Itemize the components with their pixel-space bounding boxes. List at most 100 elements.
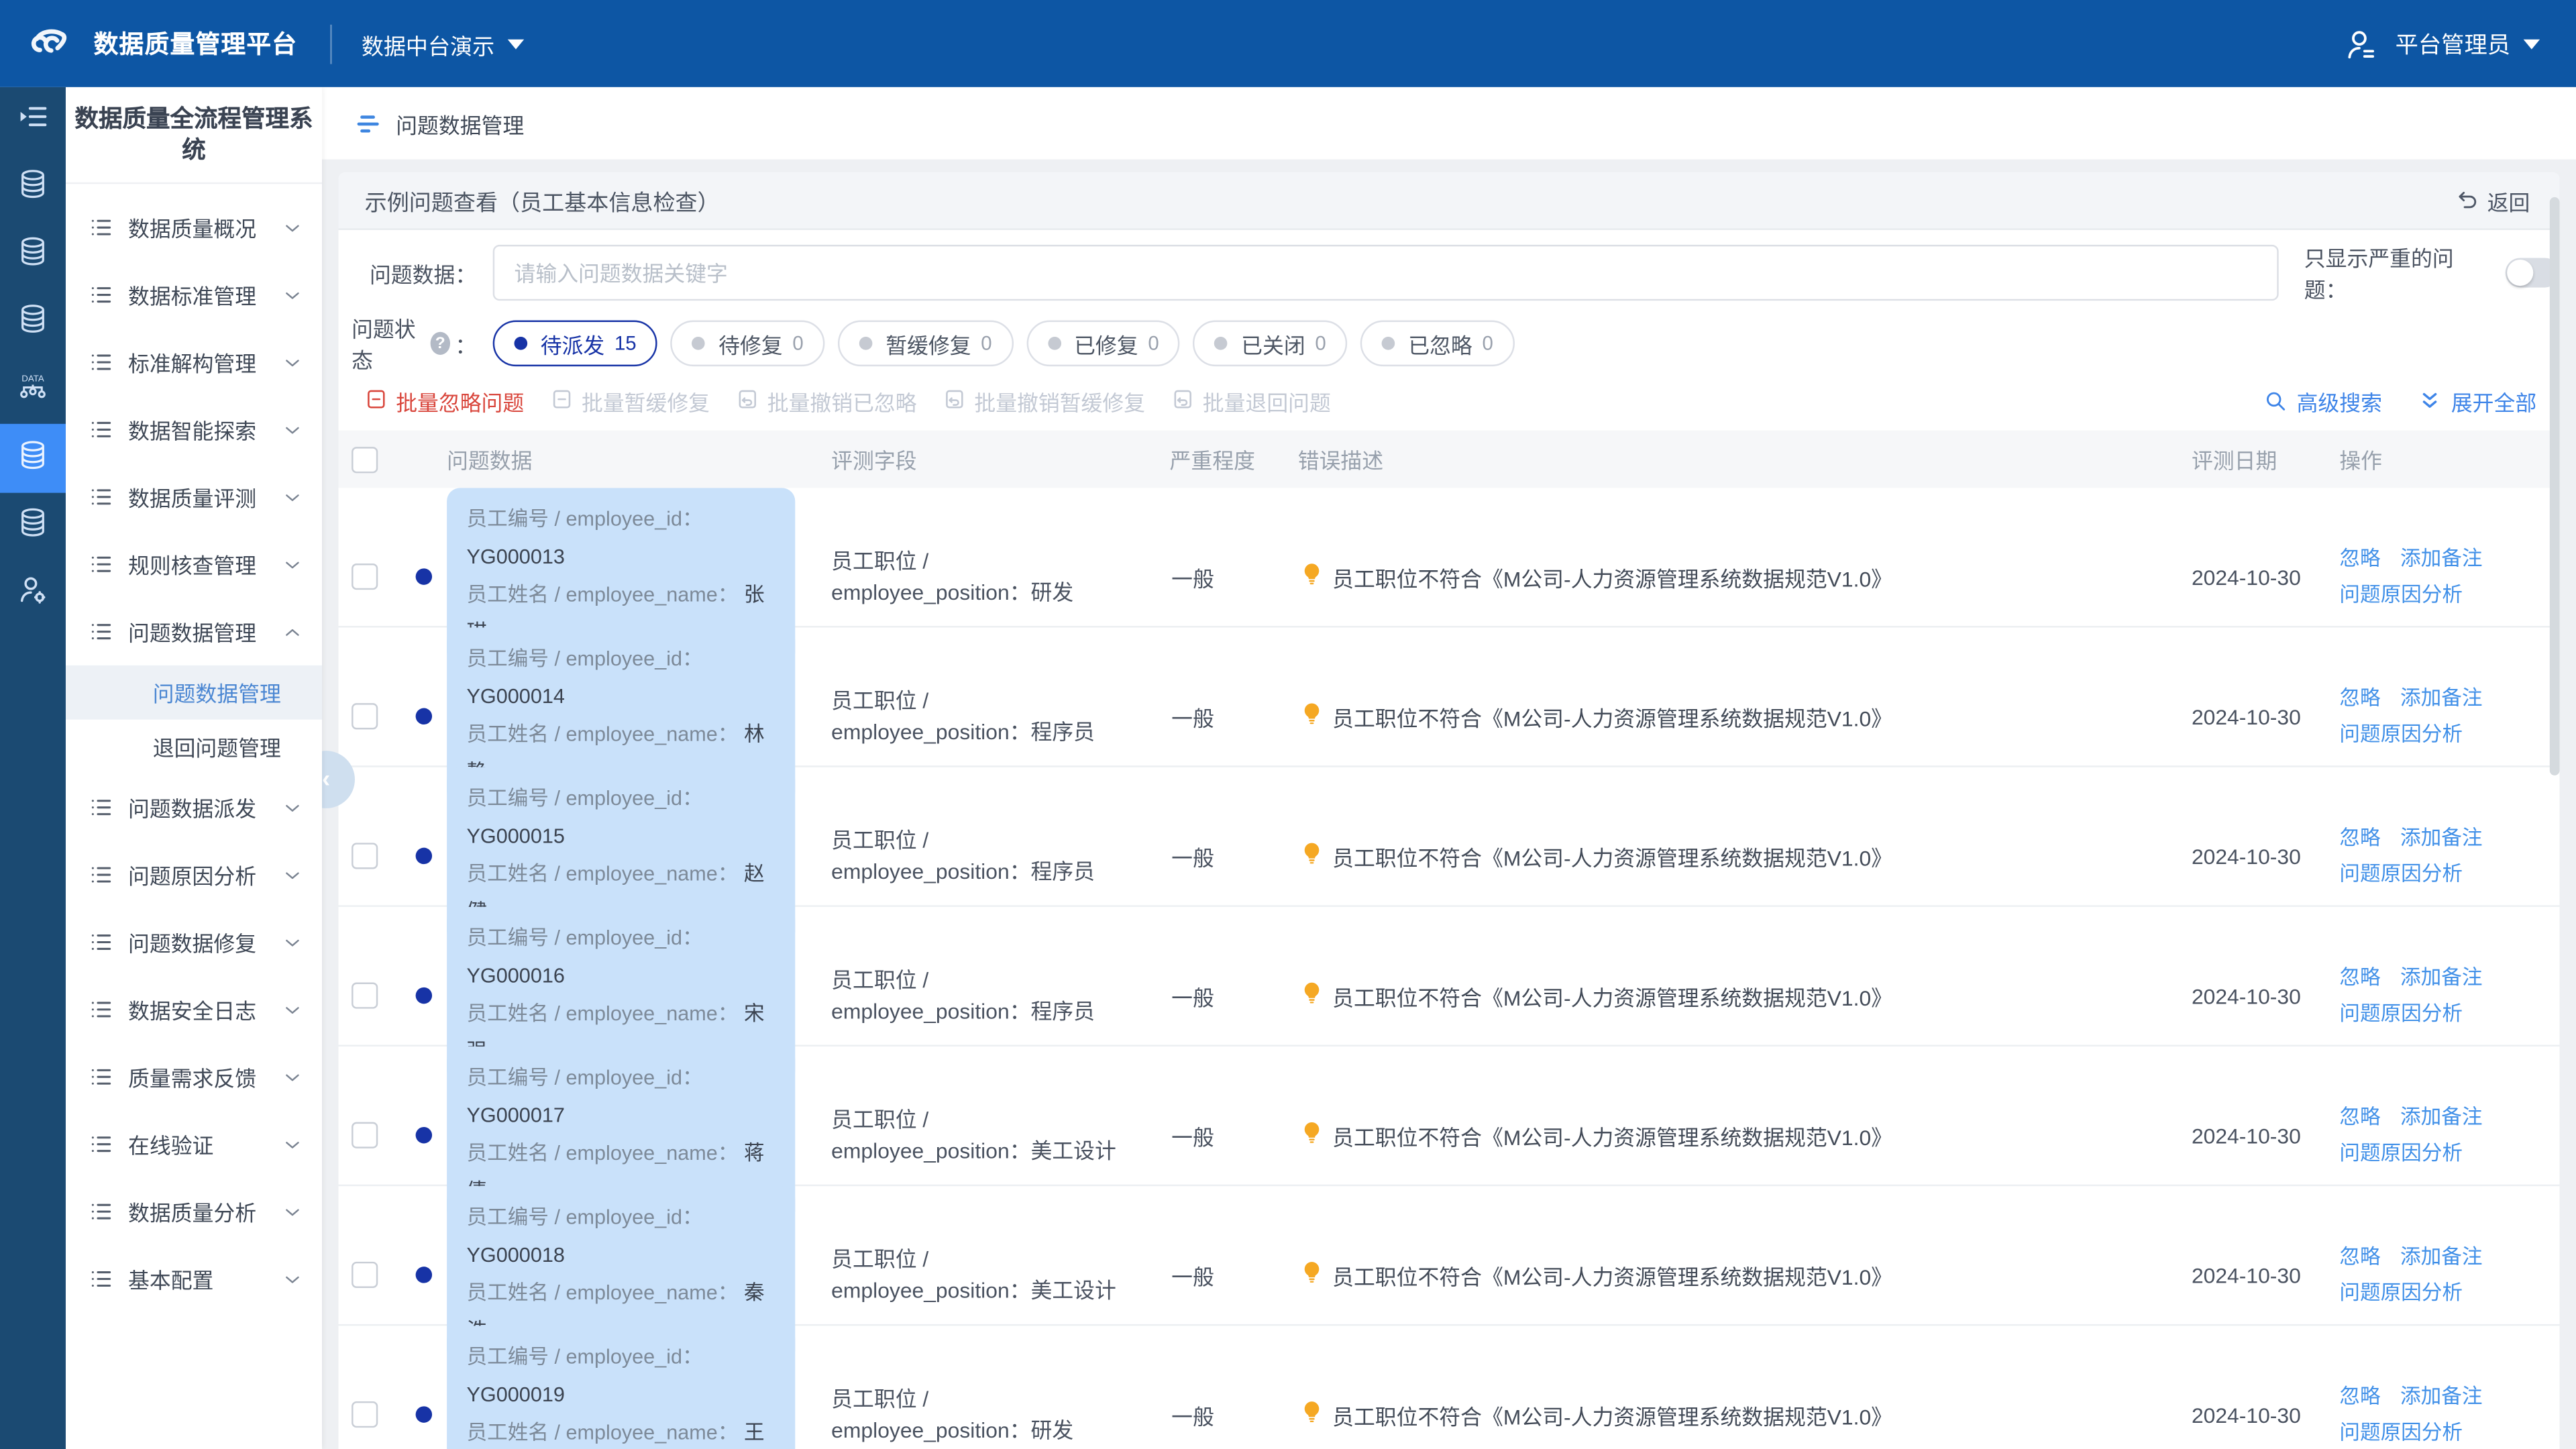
- vertical-scrollbar-thumb[interactable]: [2550, 197, 2560, 775]
- sidebar-item[interactable]: 规则核查管理: [66, 531, 322, 598]
- row-checkbox[interactable]: [352, 1401, 378, 1428]
- field-label: 员工编号 / employee_id：: [467, 1066, 703, 1089]
- rail-item-database-icon[interactable]: [0, 424, 66, 493]
- add-note-link[interactable]: 添加备注: [2400, 1106, 2482, 1128]
- rail-item-database-icon[interactable]: [0, 222, 66, 289]
- ignore-link[interactable]: 忽略: [2339, 826, 2380, 849]
- user-name: 平台管理员: [2396, 27, 2510, 60]
- sidebar-item[interactable]: 质量需求反馈: [66, 1043, 322, 1110]
- user-menu[interactable]: 平台管理员: [2343, 25, 2540, 62]
- sidebar-item[interactable]: 数据标准管理: [66, 261, 322, 328]
- cause-analysis-link[interactable]: 问题原因分析: [2339, 863, 2463, 885]
- status-pill[interactable]: 已修复0: [1026, 321, 1180, 367]
- undo-icon: [2456, 189, 2479, 212]
- rail-item-database-icon[interactable]: [0, 154, 66, 221]
- sidebar-item-label: 问题数据修复: [128, 926, 256, 958]
- status-pill[interactable]: 暂缓修复0: [838, 321, 1013, 367]
- environment-selector[interactable]: 数据中台演示: [362, 27, 524, 60]
- advanced-search-button[interactable]: 高级搜索: [2264, 385, 2382, 417]
- sidebar-item[interactable]: 基本配置: [66, 1245, 322, 1312]
- select-all-checkbox[interactable]: [352, 446, 378, 472]
- sidebar-item[interactable]: 问题数据修复: [66, 908, 322, 975]
- ignore-link[interactable]: 忽略: [2339, 1106, 2380, 1128]
- add-note-link[interactable]: 添加备注: [2400, 1245, 2482, 1268]
- help-icon[interactable]: ?: [430, 332, 450, 355]
- cause-analysis-link[interactable]: 问题原因分析: [2339, 1002, 2463, 1025]
- cause-analysis-link[interactable]: 问题原因分析: [2339, 583, 2463, 606]
- status-dot-icon: [416, 568, 432, 584]
- search-input[interactable]: [493, 245, 2278, 301]
- error-text: 员工职位不符合《M公司-人力资源管理系统数据规范V1.0》: [1332, 1120, 1892, 1151]
- sidebar-item[interactable]: 问题数据派发: [66, 773, 322, 841]
- field-label: 员工编号 / employee_id：: [467, 1206, 703, 1229]
- add-note-link[interactable]: 添加备注: [2400, 1385, 2482, 1407]
- row-checkbox-cell: [352, 703, 400, 729]
- status-pill-label: 已忽略: [1408, 328, 1472, 360]
- ignore-link[interactable]: 忽略: [2339, 1245, 2380, 1268]
- employee-id-value: YG000016: [467, 965, 565, 987]
- status-pill[interactable]: 已关闭0: [1193, 321, 1347, 367]
- expand-all-button[interactable]: 展开全部: [2418, 385, 2536, 417]
- rail-item-user-gear-icon[interactable]: [0, 560, 66, 627]
- sidebar-subitem[interactable]: 问题数据管理: [66, 665, 322, 720]
- sidebar-item[interactable]: 数据质量评测: [66, 464, 322, 531]
- sidebar-subitem[interactable]: 退回问题管理: [66, 720, 322, 774]
- chevron-down-icon: [282, 555, 302, 574]
- row-checkbox[interactable]: [352, 843, 378, 869]
- status-pill[interactable]: 待派发15: [493, 321, 658, 367]
- row-checkbox[interactable]: [352, 564, 378, 590]
- right-tools: 高级搜索 展开全部: [2264, 385, 2537, 417]
- table-row: 员工编号 / employee_id： YG000014员工姓名 / emplo…: [338, 626, 2559, 765]
- rail-item-database-icon[interactable]: [0, 493, 66, 560]
- cause-analysis-link[interactable]: 问题原因分析: [2339, 1281, 2463, 1304]
- sidebar-item[interactable]: 数据安全日志: [66, 976, 322, 1043]
- row-checkbox[interactable]: [352, 1122, 378, 1148]
- sidebar-item-label: 数据标准管理: [128, 279, 256, 311]
- add-note-link[interactable]: 添加备注: [2400, 547, 2482, 570]
- error-cell: 员工职位不符合《M公司-人力资源管理系统数据规范V1.0》: [1278, 1120, 2171, 1151]
- table-row: 员工编号 / employee_id： YG000019员工姓名 / emplo…: [338, 1324, 2559, 1449]
- cause-analysis-link[interactable]: 问题原因分析: [2339, 723, 2463, 746]
- add-note-link[interactable]: 添加备注: [2400, 687, 2482, 710]
- row-checkbox[interactable]: [352, 1262, 378, 1288]
- chevron-down-icon: [282, 1269, 302, 1289]
- list-item-icon: [89, 930, 113, 955]
- chevron-down-icon: [2524, 39, 2540, 49]
- batch-button[interactable]: 批量撤销已忽略: [736, 385, 916, 417]
- row-checkbox[interactable]: [352, 703, 378, 729]
- status-pill[interactable]: 已忽略0: [1360, 321, 1514, 367]
- ignore-link[interactable]: 忽略: [2339, 547, 2380, 570]
- sidebar-item[interactable]: 问题原因分析: [66, 841, 322, 908]
- database-icon: [16, 506, 49, 547]
- card-title: 示例问题查看（员工基本信息检查）: [365, 184, 720, 217]
- ignore-link[interactable]: 忽略: [2339, 687, 2380, 710]
- batch-button[interactable]: 批量暂缓修复: [550, 385, 710, 417]
- cause-analysis-link[interactable]: 问题原因分析: [2339, 1421, 2463, 1444]
- bulb-icon: [1299, 981, 1324, 1010]
- cause-analysis-link[interactable]: 问题原因分析: [2339, 1142, 2463, 1165]
- sidebar-item[interactable]: 数据智能探索: [66, 396, 322, 463]
- rail-item-database-icon[interactable]: [0, 289, 66, 356]
- batch-button[interactable]: 批量撤销暂缓修复: [943, 385, 1145, 417]
- sidebar-item[interactable]: 数据质量分析: [66, 1178, 322, 1245]
- back-label: 返回: [2487, 185, 2530, 217]
- add-note-link[interactable]: 添加备注: [2400, 826, 2482, 849]
- sidebar-item[interactable]: 数据质量概况: [66, 194, 322, 261]
- list-menu-icon: [356, 111, 381, 136]
- ignore-link[interactable]: 忽略: [2339, 1385, 2380, 1407]
- add-note-link[interactable]: 添加备注: [2400, 966, 2482, 989]
- back-button[interactable]: 返回: [2456, 185, 2530, 217]
- database-icon: [16, 438, 49, 479]
- ignore-link[interactable]: 忽略: [2339, 966, 2380, 989]
- sidebar-item[interactable]: 问题数据管理: [66, 598, 322, 665]
- sidebar-item[interactable]: 在线验证: [66, 1111, 322, 1178]
- rail-item-menu-unfold-icon[interactable]: [0, 87, 66, 154]
- batch-actions-row: 批量忽略问题批量暂缓修复批量撤销已忽略批量撤销暂缓修复批量退回问题 高级搜索 展…: [338, 371, 2559, 430]
- rail-item-data-share-icon[interactable]: DATA: [0, 356, 66, 423]
- col-header: 问题数据: [447, 443, 812, 475]
- row-checkbox[interactable]: [352, 982, 378, 1008]
- sidebar-item[interactable]: 标准解构管理: [66, 329, 322, 396]
- batch-button[interactable]: 批量忽略问题: [365, 385, 525, 417]
- batch-button[interactable]: 批量退回问题: [1171, 385, 1331, 417]
- status-pill[interactable]: 待修复0: [671, 321, 824, 367]
